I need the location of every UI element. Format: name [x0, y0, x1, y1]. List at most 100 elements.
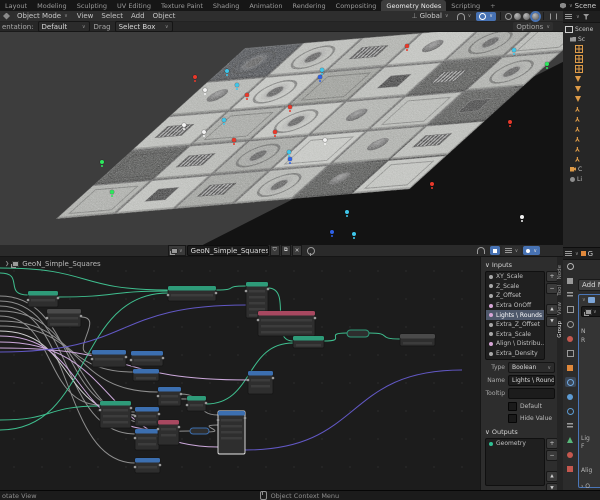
properties-tab-constraints[interactable]	[565, 421, 576, 431]
graph-node[interactable]	[399, 333, 436, 347]
outliner-row-mesh[interactable]	[565, 54, 600, 64]
inputs-section-header[interactable]: ∨ Inputs	[485, 261, 555, 269]
type-dropdown[interactable]: Boolean ∨	[508, 362, 555, 373]
graph-node[interactable]	[189, 427, 210, 435]
filter-icon[interactable]	[582, 13, 590, 20]
outliner-row-lamp[interactable]: Y	[565, 154, 600, 164]
properties-tab-output[interactable]	[565, 290, 576, 300]
properties-tab-texture[interactable]	[565, 464, 576, 474]
node-snap-toggle[interactable]	[474, 246, 488, 255]
input-socket-row[interactable]: Align \ Distribu..	[486, 339, 544, 349]
unlink-button[interactable]: ✕	[291, 245, 303, 256]
outliner-row-cam[interactable]: C	[565, 164, 600, 174]
input-socket-row[interactable]: Extra_Scale	[486, 330, 544, 340]
properties-tab-tool[interactable]	[565, 261, 576, 271]
graph-node[interactable]	[256, 310, 317, 337]
outliner-row-vee[interactable]	[565, 84, 600, 94]
graph-node[interactable]	[246, 370, 275, 395]
output-socket-row[interactable]: Geometry	[486, 439, 544, 449]
mode-dropdown[interactable]: Object Mode ∨	[14, 11, 71, 21]
add-modifier-button[interactable]: Add M	[578, 279, 600, 291]
workspace-tab-sculpting[interactable]: Sculpting	[72, 0, 112, 11]
outliner-row-lamp[interactable]: Y	[565, 134, 600, 144]
workspace-tab-modeling[interactable]: Modeling	[32, 0, 72, 11]
workspace-tab-geometry-nodes[interactable]: Geometry Nodes	[381, 0, 447, 11]
graph-node[interactable]	[166, 285, 218, 302]
graph-node[interactable]	[185, 395, 208, 412]
snap-toggle[interactable]: ∨	[454, 12, 475, 21]
viewport-canvas[interactable]	[0, 32, 563, 245]
input-socket-row[interactable]: Extra OnOff	[486, 301, 544, 311]
node-group-selector[interactable]: ∨	[581, 306, 600, 317]
graph-node[interactable]	[133, 428, 161, 451]
outputs-section-header[interactable]: ∨ Outputs	[485, 428, 555, 436]
outliner-row-lamp[interactable]: Y	[565, 124, 600, 134]
node-tree-selector[interactable]: ∨ GeoN_Simple_Squares ⛉ ⧉ ✕	[168, 245, 316, 256]
workspace-tab-animation[interactable]: Animation	[244, 0, 287, 11]
input-socket-row[interactable]: Extra_Z_Offset	[486, 320, 544, 330]
outliner-row-vee[interactable]	[565, 94, 600, 104]
shading-wireframe-button[interactable]	[504, 12, 512, 20]
graph-node[interactable]	[45, 308, 83, 328]
shading-rendered-button[interactable]	[531, 12, 539, 20]
workspace-tab-uv-editing[interactable]: UV Editing	[112, 0, 156, 11]
name-field[interactable]: Lights \ Rounds	[508, 375, 555, 386]
properties-tab-world[interactable]	[565, 334, 576, 344]
outliner-row-scene[interactable]: Scene	[565, 24, 600, 34]
shading-material-button[interactable]	[522, 12, 530, 20]
workspace-tab-compositing[interactable]: Compositing	[331, 0, 382, 11]
properties-tab-physics[interactable]	[565, 406, 576, 416]
link-style-dropdown[interactable]: ∨	[501, 246, 522, 255]
properties-tab-collection[interactable]	[565, 348, 576, 358]
workspace-tab-scripting[interactable]: Scripting	[446, 0, 485, 11]
workspace-tab-layout[interactable]: Layout	[0, 0, 32, 11]
properties-tab-scene[interactable]	[565, 319, 576, 329]
input-socket-row[interactable]: Z_Scale	[486, 282, 544, 292]
modifier-panel-header[interactable]: ∨	[581, 297, 600, 303]
graph-node[interactable]	[133, 406, 161, 427]
graph-node[interactable]	[132, 368, 160, 382]
outliner-row-lamp[interactable]: Y	[565, 114, 600, 124]
menu-select[interactable]: Select	[99, 12, 125, 20]
editor-type-icon[interactable]	[565, 250, 572, 257]
properties-tab-object-data[interactable]	[565, 435, 576, 445]
pin-icon[interactable]	[307, 246, 316, 256]
preset-dropdown[interactable]: Default ∨	[37, 21, 90, 32]
input-socket-row[interactable]: Z_Offset	[486, 291, 544, 301]
outliner-row-light[interactable]: Li	[565, 174, 600, 184]
graph-node[interactable]	[156, 386, 183, 407]
node-canvas[interactable]	[0, 257, 563, 490]
outliner-row-lamp[interactable]: Y	[565, 104, 600, 114]
menu-view[interactable]: View	[75, 12, 96, 20]
shading-solid-button[interactable]	[513, 12, 521, 20]
input-socket-row[interactable]: XY_Scale	[486, 272, 544, 282]
graph-node[interactable]	[129, 350, 165, 367]
graph-node[interactable]	[216, 410, 247, 455]
properties-tab-object[interactable]	[565, 363, 576, 373]
pause-icon[interactable]: ❙❙	[548, 13, 560, 20]
node-tree-name-field[interactable]: GeoN_Simple_Squares	[186, 245, 269, 256]
browse-tree-button[interactable]: ∨	[168, 245, 186, 256]
input-socket-row[interactable]: Extra_Density	[486, 349, 544, 359]
graph-node[interactable]	[292, 335, 325, 349]
graph-node[interactable]	[133, 457, 162, 474]
properties-tab-particles[interactable]	[565, 392, 576, 402]
snap-mode-button[interactable]	[489, 246, 500, 255]
input-socket-row[interactable]: Lights \ Rounds	[486, 310, 544, 320]
drag-mode-dropdown[interactable]: Select Box ∨	[114, 21, 173, 32]
scene-selector[interactable]: ∨ Scene	[556, 0, 600, 11]
graph-node[interactable]	[346, 329, 370, 338]
outliner-row-mesh[interactable]	[565, 44, 600, 54]
properties-tab-material[interactable]	[565, 450, 576, 460]
menu-object[interactable]: Object	[151, 12, 178, 20]
workspace-tab-texture-paint[interactable]: Texture Paint	[156, 0, 208, 11]
workspace-tab-shading[interactable]: Shading	[208, 0, 244, 11]
copy-datablock-button[interactable]: ⧉	[280, 245, 291, 256]
graph-node[interactable]	[26, 290, 60, 308]
proportional-editing-toggle[interactable]: ∨	[476, 11, 496, 21]
tooltip-field[interactable]	[508, 388, 555, 399]
fake-user-button[interactable]: ⛉	[269, 245, 280, 256]
default-checkbox[interactable]	[508, 402, 517, 411]
graph-node[interactable]	[98, 400, 133, 429]
menu-add[interactable]: Add	[129, 12, 147, 20]
